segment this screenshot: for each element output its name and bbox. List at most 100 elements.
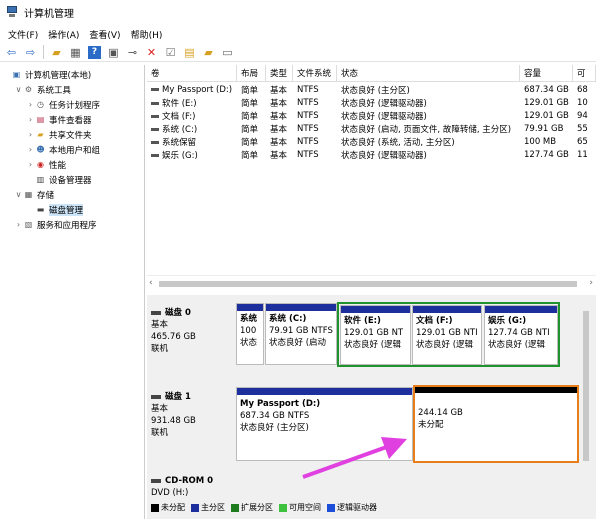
menu-file[interactable]: 文件(F) <box>4 28 44 41</box>
partition-size: 244.14 GB <box>418 408 463 418</box>
disk-management-icon: ▬ <box>36 205 45 214</box>
expand-chevron-icon[interactable]: ∨ <box>14 85 23 94</box>
volume-icon <box>151 101 159 105</box>
scroll-right-icon[interactable]: › <box>589 278 593 288</box>
tree-item[interactable]: ▥ 设备管理器 <box>0 172 144 187</box>
volume-icon <box>151 127 159 131</box>
tree-item[interactable]: ▬ 磁盘管理 <box>0 202 144 217</box>
tree-item[interactable]: › ◷ 任务计划程序 <box>0 97 144 112</box>
column-header-filesystem[interactable]: 文件系统 <box>293 65 337 81</box>
tree-item-label: 本地用户和组 <box>49 145 101 156</box>
partition-title: My Passport (D:) <box>240 399 321 409</box>
partition-system-reserved[interactable]: 系统 100 状态 <box>236 303 264 365</box>
help-icon[interactable]: ? <box>88 45 101 59</box>
tree-item[interactable]: › ◉ 性能 <box>0 157 144 172</box>
console-icon[interactable]: ▣ <box>107 46 120 59</box>
partition-f[interactable]: 文档 (F:) 129.01 GB NTI 状态良好 (逻辑 <box>412 305 482 365</box>
partition-size: 79.91 GB NTFS <box>269 326 333 336</box>
tree-item[interactable]: ▣ 计算机管理(本地) <box>0 67 144 82</box>
expand-chevron-icon[interactable]: › <box>26 100 35 109</box>
scrollbar-thumb[interactable] <box>159 281 577 287</box>
properties-icon[interactable]: ☑ <box>164 46 177 59</box>
expand-chevron-icon[interactable]: › <box>26 145 35 154</box>
list-icon[interactable]: ▭ <box>221 46 234 59</box>
services-icon: ▧ <box>24 220 33 229</box>
table-row[interactable]: My Passport (D:) 简单 基本 NTFS 状态良好 (主分区) 687.34… <box>147 83 596 96</box>
partition-size: 129.01 GB NTI <box>416 328 478 338</box>
column-header-free[interactable]: 可 <box>573 65 596 81</box>
partition-g[interactable]: 娱乐 (G:) 127.74 GB NTI 状态良好 (逻辑 <box>484 305 558 365</box>
disk-0-info[interactable]: 磁盘 0 基本 465.76 GB 联机 <box>151 307 234 355</box>
partition-c[interactable]: 系统 (C:) 79.91 GB NTFS 状态良好 (启动 <box>265 303 337 365</box>
table-row[interactable]: 文档 (F:) 简单 基本 NTFS 状态良好 (逻辑驱动器) 129.01 GB 94 <box>147 109 596 122</box>
expand-chevron-icon[interactable]: ∨ <box>14 190 23 199</box>
table-row[interactable]: 系统 (C:) 简单 基本 NTFS 状态良好 (启动, 页面文件, 故障转储, 主分区… <box>147 122 596 135</box>
scrollbar-thumb[interactable] <box>583 311 589 461</box>
tree-item-label: 磁盘管理 <box>49 203 84 216</box>
back-arrow-icon[interactable]: ⇦ <box>5 46 18 59</box>
expand-chevron-icon[interactable]: › <box>14 220 23 229</box>
menu-action[interactable]: 操作(A) <box>44 28 85 41</box>
partition-status: 状态良好 (启动 <box>269 338 327 348</box>
column-header-status[interactable]: 状态 <box>337 65 520 81</box>
cdrom-icon <box>151 479 161 483</box>
expand-chevron-icon[interactable]: › <box>26 115 35 124</box>
storage-icon: ▦ <box>24 190 33 199</box>
cell-layout: 简单 <box>241 150 259 161</box>
volume-icon <box>151 87 159 91</box>
legend-item: 扩展分区 <box>231 502 273 513</box>
cell-capacity: 687.34 GB <box>524 84 569 95</box>
tree-item[interactable]: ∨ ⚙ 系统工具 <box>0 82 144 97</box>
cell-layout: 简单 <box>241 137 259 148</box>
table-row[interactable]: 系统保留 简单 基本 NTFS 状态良好 (系统, 活动, 主分区) 100 MB 65 <box>147 135 596 148</box>
cell-type: 基本 <box>270 150 288 161</box>
horizontal-scrollbar[interactable]: ‹ › <box>147 275 596 291</box>
disk-0-name: 磁盘 0 <box>165 308 191 318</box>
partition-e[interactable]: 软件 (E:) 129.01 GB NT 状态良好 (逻辑 <box>340 305 411 365</box>
disk-1-info[interactable]: 磁盘 1 基本 931.48 GB 联机 <box>151 391 234 439</box>
tree-item[interactable]: › ▰ 共享文件夹 <box>0 127 144 142</box>
folder-icon[interactable]: ▰ <box>202 46 215 59</box>
tree-item-label: 性能 <box>49 160 67 171</box>
show-tree-icon[interactable]: ▦ <box>69 46 82 59</box>
connect-icon[interactable]: ⊸ <box>126 46 139 59</box>
vertical-scrollbar[interactable] <box>580 299 592 499</box>
forward-arrow-icon[interactable]: ⇨ <box>24 46 37 59</box>
cell-filesystem: NTFS <box>297 97 319 108</box>
menu-help[interactable]: 帮助(H) <box>127 28 169 41</box>
tree-item-label: 任务计划程序 <box>49 100 101 111</box>
partition-size: 129.01 GB NT <box>344 328 404 338</box>
table-row[interactable]: 软件 (E:) 简单 基本 NTFS 状态良好 (逻辑驱动器) 129.01 GB 10 <box>147 96 596 109</box>
tree-item[interactable]: › ▧ 服务和应用程序 <box>0 217 144 232</box>
disk-1-name: 磁盘 1 <box>165 392 191 402</box>
scroll-left-icon[interactable]: ‹ <box>149 278 153 288</box>
disk-1-type: 基本 <box>151 404 169 414</box>
tree-item[interactable]: › ☻ 本地用户和组 <box>0 142 144 157</box>
expand-chevron-icon[interactable]: › <box>26 130 35 139</box>
tree-item[interactable]: ∨ ▦ 存储 <box>0 187 144 202</box>
column-header-capacity[interactable]: 容量 <box>520 65 573 81</box>
column-header-volume[interactable]: 卷 <box>147 65 237 81</box>
tree-item[interactable]: › ▤ 事件查看器 <box>0 112 144 127</box>
partition-size: 100 <box>240 326 257 336</box>
expand-chevron-icon[interactable]: › <box>26 160 35 169</box>
up-folder-icon[interactable]: ▰ <box>50 46 63 59</box>
tree-item-label: 计算机管理(本地) <box>25 70 92 81</box>
delete-icon[interactable]: ✕ <box>145 46 158 59</box>
cdrom-name: CD-ROM 0 <box>165 476 214 486</box>
cell-capacity: 127.74 GB <box>524 149 569 160</box>
legend-swatch <box>327 503 335 512</box>
column-header-layout[interactable]: 布局 <box>237 65 266 81</box>
open-icon[interactable]: ▤ <box>183 46 196 59</box>
unallocated-space[interactable]: 244.14 GB 未分配 <box>413 385 579 463</box>
cdrom-drive: DVD (H:) <box>151 488 189 498</box>
table-row[interactable]: 娱乐 (G:) 简单 基本 NTFS 状态良好 (逻辑驱动器) 127.74 GB 11 <box>147 148 596 161</box>
menu-view[interactable]: 查看(V) <box>85 28 126 41</box>
volume-label: My Passport (D:) <box>162 84 233 95</box>
cell-volume-name: 软件 (E:) <box>147 97 237 109</box>
partition-size: 127.74 GB NTI <box>488 328 550 338</box>
legend-label: 可用空间 <box>289 503 321 512</box>
legend-item: 未分配 <box>151 502 185 513</box>
cdrom-info[interactable]: CD-ROM 0 DVD (H:) <box>151 475 234 499</box>
column-header-type[interactable]: 类型 <box>266 65 293 81</box>
